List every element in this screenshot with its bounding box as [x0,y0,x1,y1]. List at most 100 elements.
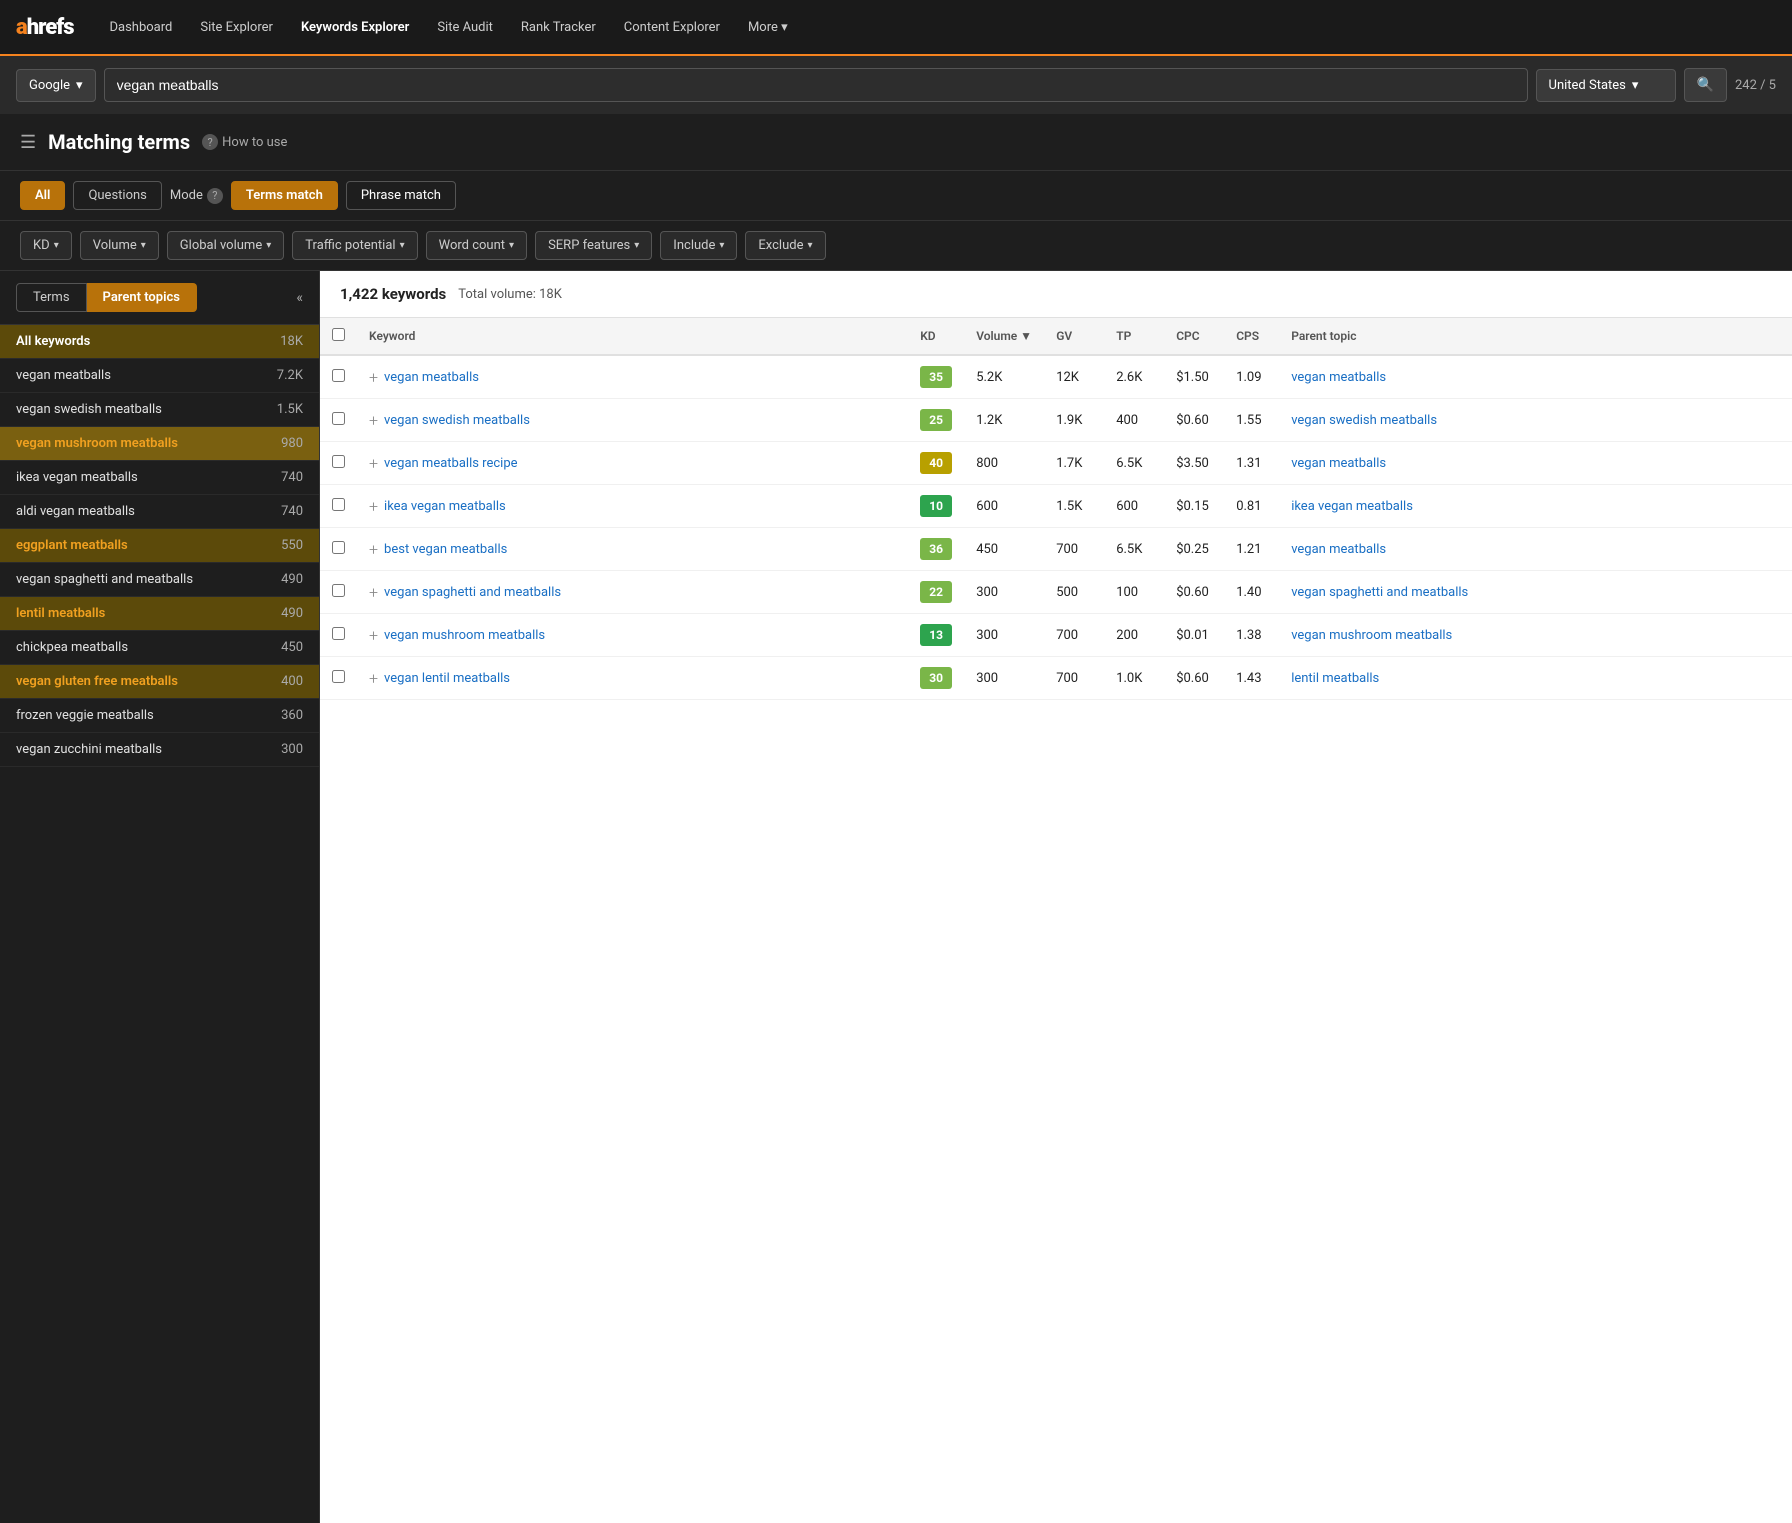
search-input[interactable] [104,68,1528,102]
parent-topic-link[interactable]: vegan meatballs [1291,370,1386,385]
add-keyword-button[interactable]: + [369,368,378,387]
parent-topic-link[interactable]: vegan spaghetti and meatballs [1291,585,1468,600]
add-keyword-button[interactable]: + [369,669,378,688]
sidebar-item-vegan-meatballs[interactable]: vegan meatballs 7.2K [0,359,319,393]
col-header-kd[interactable]: KD [908,318,964,355]
search-button[interactable]: 🔍 [1684,68,1727,102]
parent-topic-link[interactable]: lentil meatballs [1291,671,1379,686]
sidebar-item-vegan-mushroom-meatballs[interactable]: vegan mushroom meatballs 980 [0,427,319,461]
row-checkbox-0[interactable] [332,369,345,382]
row-checkbox-1[interactable] [332,412,345,425]
sidebar-item-count: 400 [281,674,303,689]
row-cpc-cell: $0.25 [1164,528,1224,571]
row-tp-cell: 400 [1104,399,1164,442]
search-engine-select[interactable]: Google ▾ [16,69,96,102]
row-checkbox-6[interactable] [332,627,345,640]
table-row: + vegan lentil meatballs 30 300 700 1.0K… [320,657,1792,700]
nav-site-explorer[interactable]: Site Explorer [188,12,285,43]
sidebar-item-vegan-swedish-meatballs[interactable]: vegan swedish meatballs 1.5K [0,393,319,427]
filter-traffic-potential[interactable]: Traffic potential ▾ [292,231,417,260]
sidebar-item-all-keywords[interactable]: All keywords 18K [0,325,319,359]
keyword-link[interactable]: ikea vegan meatballs [384,499,506,514]
sidebar-collapse-button[interactable]: « [296,290,303,306]
col-header-parent-topic[interactable]: Parent topic [1279,318,1792,355]
row-gv-cell: 700 [1044,657,1104,700]
col-header-cpc[interactable]: CPC [1164,318,1224,355]
table-header-row: Keyword KD Volume ▼ GV TP CPC CPS Parent… [320,318,1792,355]
tab-questions[interactable]: Questions [73,181,161,210]
sidebar-item-label: lentil meatballs [16,606,105,621]
sidebar-item-count: 740 [281,504,303,519]
tab-terms-match[interactable]: Terms match [231,181,338,210]
col-header-cps[interactable]: CPS [1224,318,1279,355]
row-checkbox-4[interactable] [332,541,345,554]
row-checkbox-2[interactable] [332,455,345,468]
parent-topic-link[interactable]: ikea vegan meatballs [1291,499,1413,514]
row-checkbox-7[interactable] [332,670,345,683]
keyword-link[interactable]: vegan swedish meatballs [384,413,530,428]
select-all-checkbox[interactable] [332,328,345,341]
table-row: + best vegan meatballs 36 450 700 6.5K $… [320,528,1792,571]
add-keyword-button[interactable]: + [369,626,378,645]
row-checkbox-5[interactable] [332,584,345,597]
sidebar-item-vegan-gluten-free[interactable]: vegan gluten free meatballs 400 [0,665,319,699]
row-parent-topic-cell: ikea vegan meatballs [1279,485,1792,528]
sidebar-item-lentil-meatballs[interactable]: lentil meatballs 490 [0,597,319,631]
sidebar-item-vegan-spaghetti[interactable]: vegan spaghetti and meatballs 490 [0,563,319,597]
parent-topic-link[interactable]: vegan meatballs [1291,456,1386,471]
sidebar-item-ikea-vegan-meatballs[interactable]: ikea vegan meatballs 740 [0,461,319,495]
add-keyword-button[interactable]: + [369,540,378,559]
parent-topic-link[interactable]: vegan meatballs [1291,542,1386,557]
filter-kd[interactable]: KD ▾ [20,231,72,260]
tab-phrase-match[interactable]: Phrase match [346,181,456,210]
col-header-volume[interactable]: Volume ▼ [964,318,1044,355]
tab-all[interactable]: All [20,181,65,210]
nav-content-explorer[interactable]: Content Explorer [612,12,732,43]
keyword-link[interactable]: vegan lentil meatballs [384,671,510,686]
sidebar-item-vegan-zucchini[interactable]: vegan zucchini meatballs 300 [0,733,319,767]
sidebar-item-eggplant-meatballs[interactable]: eggplant meatballs 550 [0,529,319,563]
filter-serp-features[interactable]: SERP features ▾ [535,231,652,260]
how-to-use-link[interactable]: ? How to use [202,134,287,150]
nav-more[interactable]: More ▾ [736,12,800,43]
filter-volume[interactable]: Volume ▾ [80,231,159,260]
add-keyword-button[interactable]: + [369,411,378,430]
country-select[interactable]: United States ▾ [1536,69,1676,102]
keyword-link[interactable]: vegan spaghetti and meatballs [384,585,561,600]
sidebar-item-frozen-veggie[interactable]: frozen veggie meatballs 360 [0,699,319,733]
keyword-link[interactable]: vegan meatballs recipe [384,456,517,471]
keyword-link[interactable]: vegan meatballs [384,370,479,385]
filter-include[interactable]: Include ▾ [660,231,737,260]
menu-icon[interactable]: ☰ [20,132,36,153]
mode-help-icon: ? [207,188,223,204]
row-cps-cell: 1.55 [1224,399,1279,442]
row-gv-cell: 1.7K [1044,442,1104,485]
sidebar-tab-terms[interactable]: Terms [16,283,87,312]
filter-global-volume[interactable]: Global volume ▾ [167,231,284,260]
logo[interactable]: ahrefs [16,15,74,40]
nav-dashboard[interactable]: Dashboard [98,12,185,43]
filter-word-count[interactable]: Word count ▾ [426,231,527,260]
parent-topic-link[interactable]: vegan mushroom meatballs [1291,628,1452,643]
nav-keywords-explorer[interactable]: Keywords Explorer [289,12,421,43]
row-checkbox-3[interactable] [332,498,345,511]
add-keyword-button[interactable]: + [369,583,378,602]
nav-site-audit[interactable]: Site Audit [425,12,505,43]
col-header-gv[interactable]: GV [1044,318,1104,355]
sidebar-tab-parent-topics[interactable]: Parent topics [87,283,197,312]
sidebar-item-chickpea-meatballs[interactable]: chickpea meatballs 450 [0,631,319,665]
parent-topic-link[interactable]: vegan swedish meatballs [1291,413,1437,428]
keyword-link[interactable]: vegan mushroom meatballs [384,628,545,643]
main-layout: Terms Parent topics « All keywords 18K v… [0,271,1792,1523]
add-keyword-button[interactable]: + [369,454,378,473]
add-keyword-button[interactable]: + [369,497,378,516]
filter-global-volume-label: Global volume [180,238,262,253]
kd-badge: 30 [920,667,952,689]
filter-exclude[interactable]: Exclude ▾ [745,231,825,260]
nav-rank-tracker[interactable]: Rank Tracker [509,12,608,43]
sidebar-item-count: 550 [281,538,303,553]
keyword-link[interactable]: best vegan meatballs [384,542,507,557]
sidebar-item-aldi-vegan-meatballs[interactable]: aldi vegan meatballs 740 [0,495,319,529]
col-header-tp[interactable]: TP [1104,318,1164,355]
keywords-count: 1,422 keywords [340,285,446,303]
